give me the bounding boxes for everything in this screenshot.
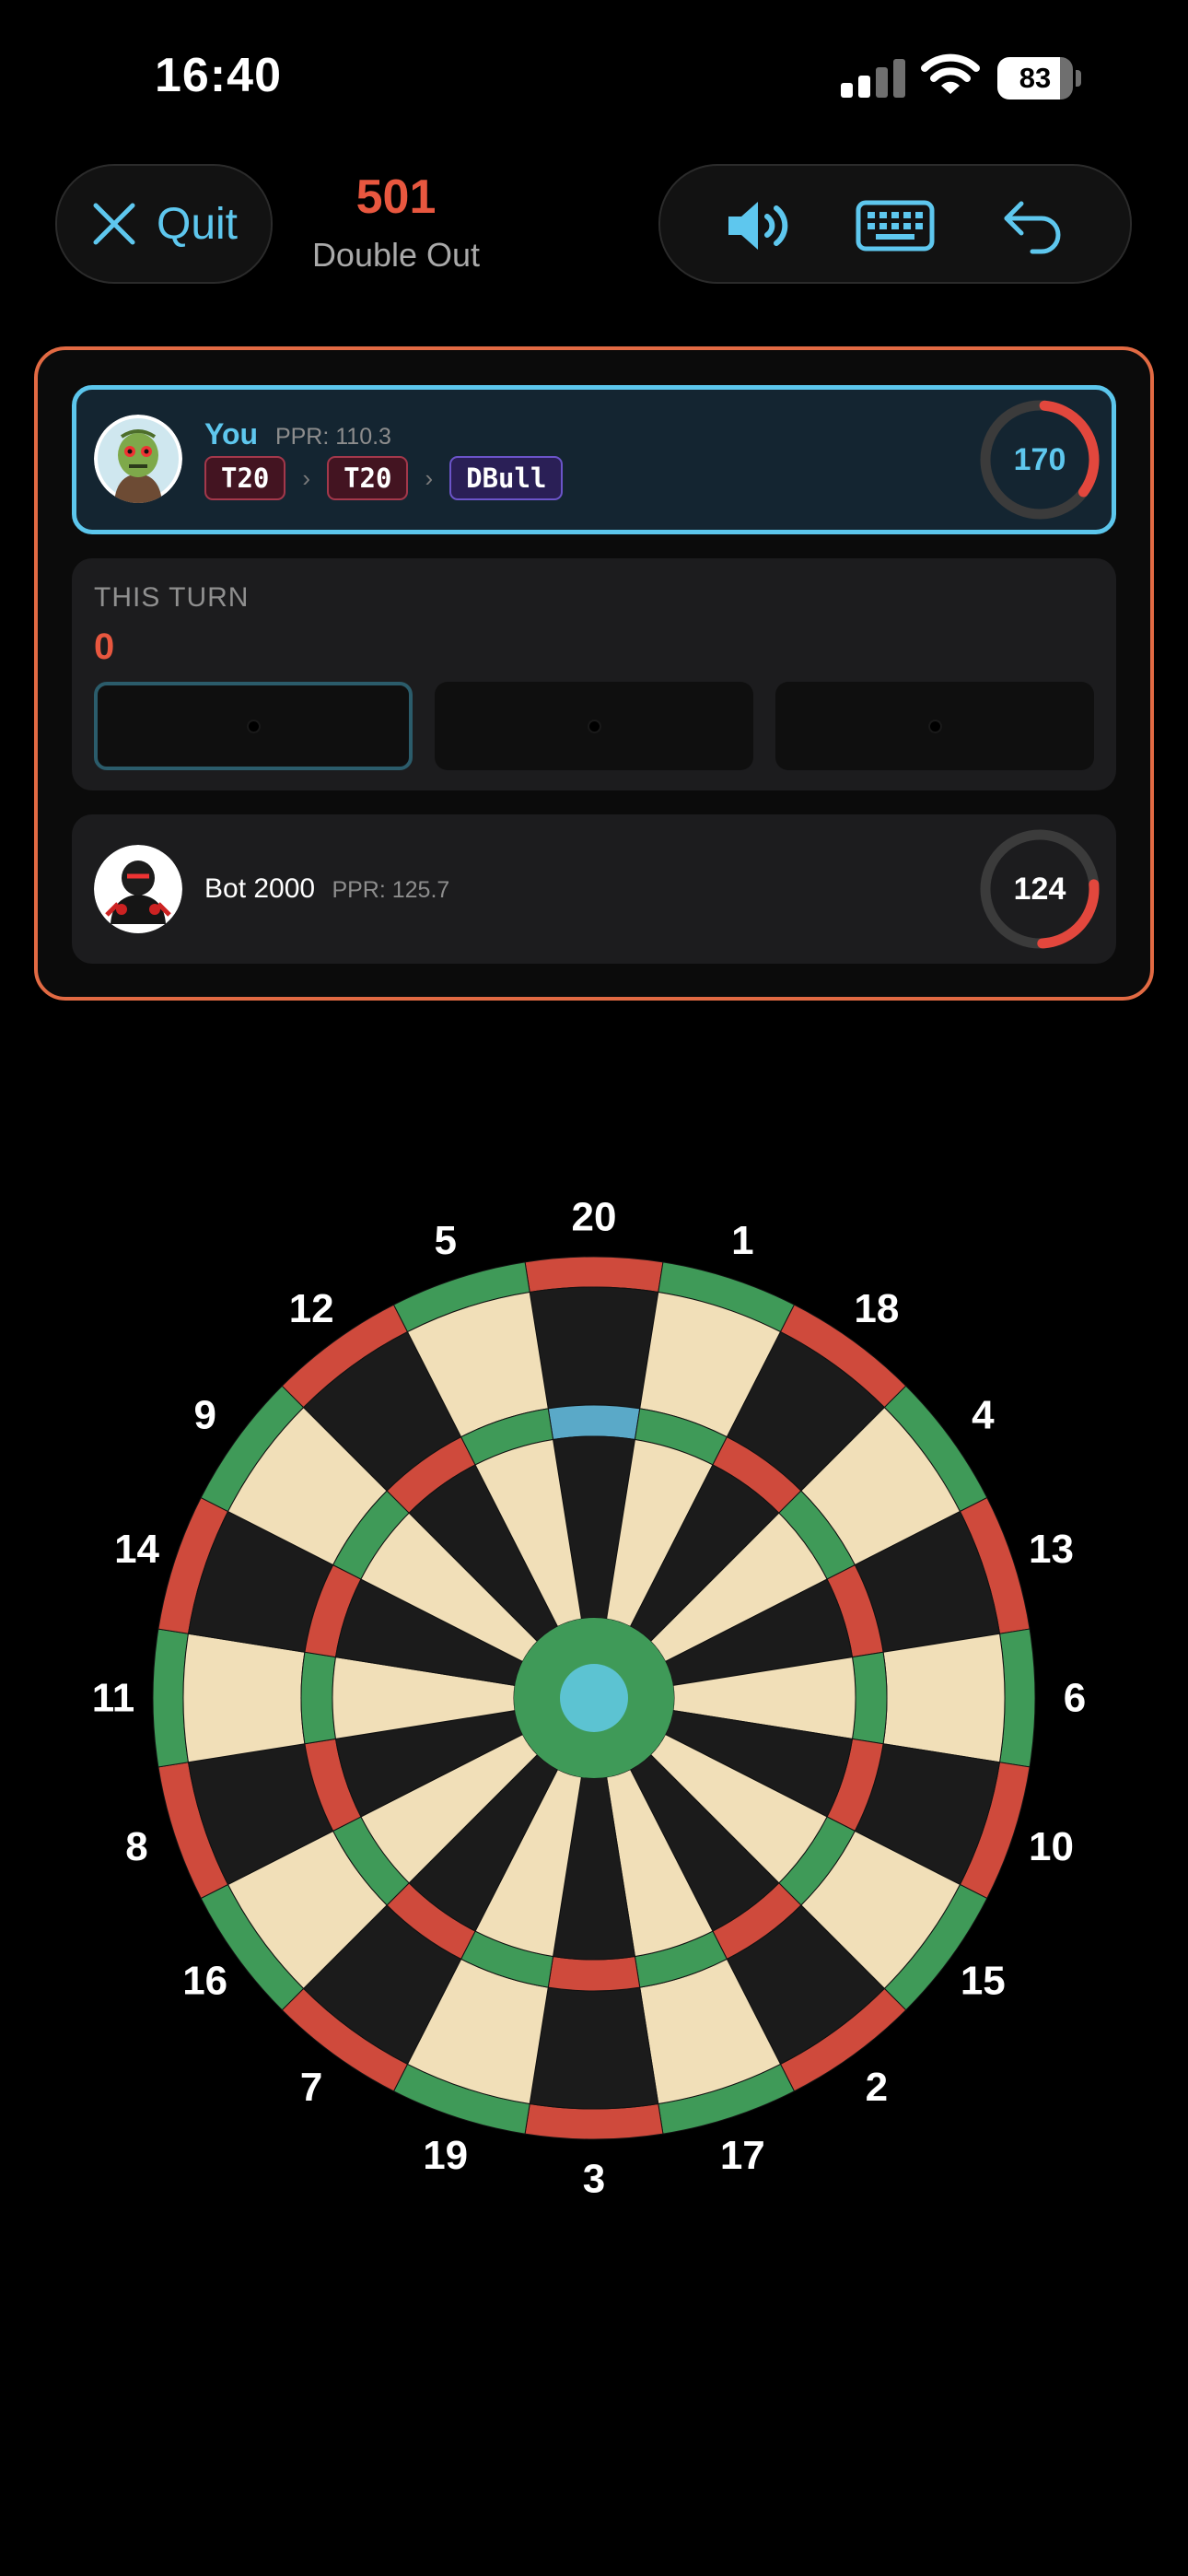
player-name-bot: Bot 2000 PPR: 125.7	[204, 873, 449, 905]
cellular-signal-icon	[841, 57, 905, 98]
triple-11[interactable]	[300, 1651, 337, 1745]
game-score: 501	[355, 170, 437, 224]
board-number-19: 19	[423, 2133, 468, 2178]
checkout-dart-1: T20	[204, 456, 286, 500]
checkout-hint: T20 › T20 › DBull	[204, 456, 564, 500]
sound-button[interactable]	[697, 166, 826, 286]
dartboard[interactable]: 20 1 18 4 13 6 10 15 2 17 3 19 7 16 8 11 14 9 12 5	[87, 1170, 1101, 2239]
status-time: 16:40	[155, 49, 282, 102]
ppr-you: PPR: 110.3	[274, 424, 391, 450]
player-name-you-label: You	[204, 417, 259, 451]
board-number-18: 18	[854, 1286, 899, 1331]
outer-single-11[interactable]	[182, 1633, 306, 1763]
triple-3[interactable]	[547, 1955, 641, 1992]
board-number-2: 2	[866, 2065, 888, 2110]
triple-6[interactable]	[851, 1651, 888, 1745]
dart-slot-1[interactable]	[94, 682, 413, 770]
board-number-10: 10	[1029, 1824, 1074, 1869]
ppr-bot: PPR: 125.7	[332, 877, 450, 903]
board-number-9: 9	[193, 1393, 215, 1438]
player-name-bot-label: Bot 2000	[204, 873, 316, 904]
remaining-ring-you: 170	[978, 398, 1101, 521]
speaker-icon	[728, 202, 788, 250]
board-number-14: 14	[114, 1527, 159, 1572]
player-name-you: You PPR: 110.3	[204, 417, 391, 451]
board-number-3: 3	[583, 2157, 605, 2202]
board-number-20: 20	[572, 1195, 617, 1240]
board-number-16: 16	[182, 1958, 227, 2003]
checkout-dart-3: DBull	[449, 456, 564, 500]
board-number-4: 4	[972, 1393, 995, 1438]
outer-single-20[interactable]	[529, 1286, 659, 1410]
board-number-7: 7	[300, 2065, 322, 2110]
keyboard-icon	[856, 200, 935, 252]
dart-slot-3[interactable]	[775, 682, 1094, 770]
quit-button[interactable]: Quit	[55, 164, 273, 284]
checkout-dart-2: T20	[327, 456, 409, 500]
wifi-icon	[921, 53, 980, 100]
remaining-score-you: 170	[1013, 442, 1066, 477]
outer-single-6[interactable]	[882, 1633, 1006, 1763]
board-number-8: 8	[125, 1824, 147, 1869]
bullseye[interactable]	[560, 1664, 628, 1732]
battery-icon: 83	[997, 57, 1082, 100]
this-turn-title: THIS TURN	[94, 582, 250, 613]
close-icon	[93, 203, 135, 245]
board-number-1: 1	[731, 1218, 753, 1263]
chevron-right-icon: ›	[425, 463, 434, 492]
board-number-17: 17	[720, 2133, 765, 2178]
board-number-5: 5	[434, 1218, 456, 1263]
chevron-right-icon: ›	[302, 463, 311, 492]
board-number-12: 12	[289, 1286, 334, 1331]
outer-single-3[interactable]	[529, 1986, 659, 2110]
board-number-15: 15	[961, 1958, 1006, 2003]
keyboard-button[interactable]	[831, 166, 960, 286]
battery-level: 83	[997, 57, 1073, 100]
undo-button[interactable]	[969, 166, 1098, 286]
dart-slot-2[interactable]	[435, 682, 753, 770]
avatar-bot	[94, 845, 182, 933]
board-number-6: 6	[1064, 1676, 1086, 1721]
this-turn-total: 0	[94, 626, 115, 667]
undo-icon	[1004, 201, 1061, 254]
board-number-13: 13	[1029, 1527, 1074, 1572]
triple-20[interactable]	[547, 1404, 641, 1441]
remaining-ring-bot: 124	[978, 827, 1101, 951]
game-mode: Double Out	[311, 236, 481, 274]
quit-label: Quit	[156, 199, 239, 249]
remaining-score-bot: 124	[1013, 872, 1066, 907]
toolbar	[658, 164, 1132, 284]
avatar-you	[94, 415, 182, 503]
board-number-11: 11	[92, 1676, 135, 1721]
